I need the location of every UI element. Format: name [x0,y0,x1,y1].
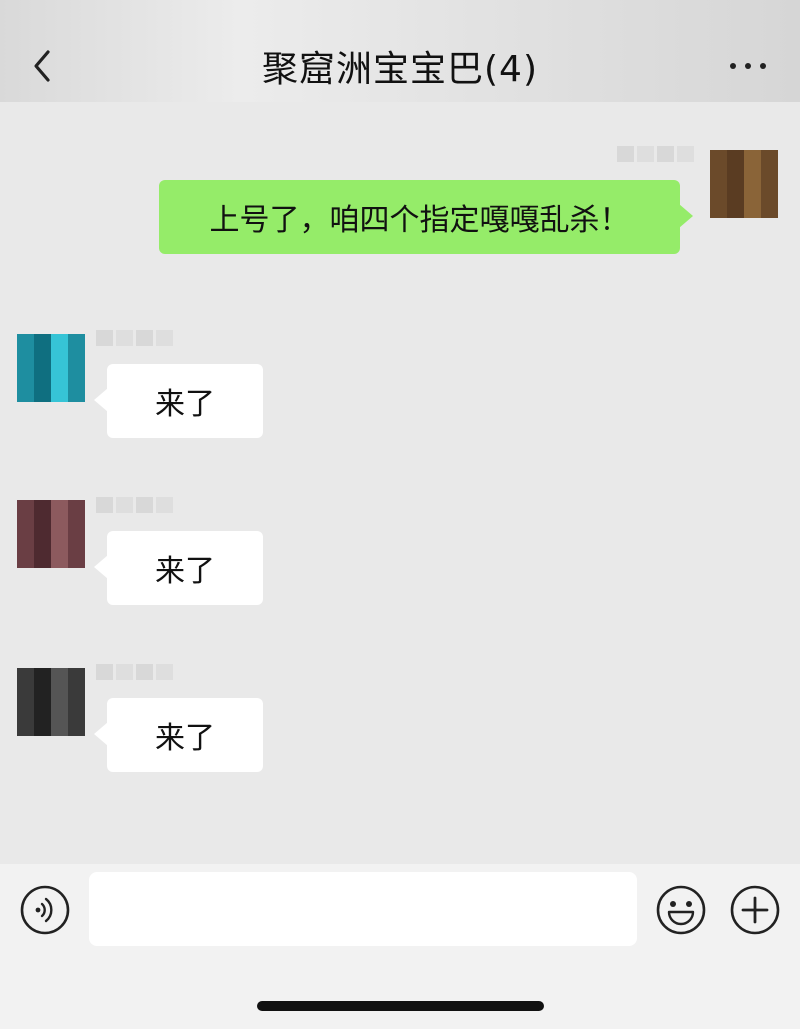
sender-name-blurred [617,146,694,162]
emoji-icon[interactable] [656,885,706,935]
chat-header: 聚窟洲宝宝巴(4) [0,0,800,102]
message-text: 来了 [155,554,215,589]
message-input[interactable] [89,872,637,946]
avatar-image [17,500,85,568]
avatar[interactable] [17,334,85,402]
home-indicator [257,1001,544,1011]
avatar[interactable] [17,668,85,736]
avatar-image [710,150,778,218]
message-bubble-incoming[interactable]: 来了 [94,364,263,438]
message-text: 来了 [155,387,215,422]
plus-icon[interactable] [730,885,780,935]
message-text: 来了 [155,721,215,756]
message-list[interactable]: 上号了，咱四个指定嘎嘎乱杀！ 来了 来了 来了 [0,102,800,864]
message-bubble-incoming[interactable]: 来了 [94,531,263,605]
message-bubble-outgoing[interactable]: 上号了，咱四个指定嘎嘎乱杀！ [159,180,693,254]
avatar-image [17,334,85,402]
more-horizontal-icon[interactable] [728,56,768,76]
sender-name-blurred [96,664,173,680]
sender-name-blurred [96,497,173,513]
message-text: 上号了，咱四个指定嘎嘎乱杀！ [209,203,630,238]
avatar[interactable] [17,500,85,568]
voice-icon[interactable] [20,885,70,935]
message-bubble-incoming[interactable]: 来了 [94,698,263,772]
chat-title: 聚窟洲宝宝巴(4) [262,49,538,90]
sender-name-blurred [96,330,173,346]
input-bar [0,864,800,1029]
avatar[interactable] [710,150,778,218]
avatar-image [17,668,85,736]
